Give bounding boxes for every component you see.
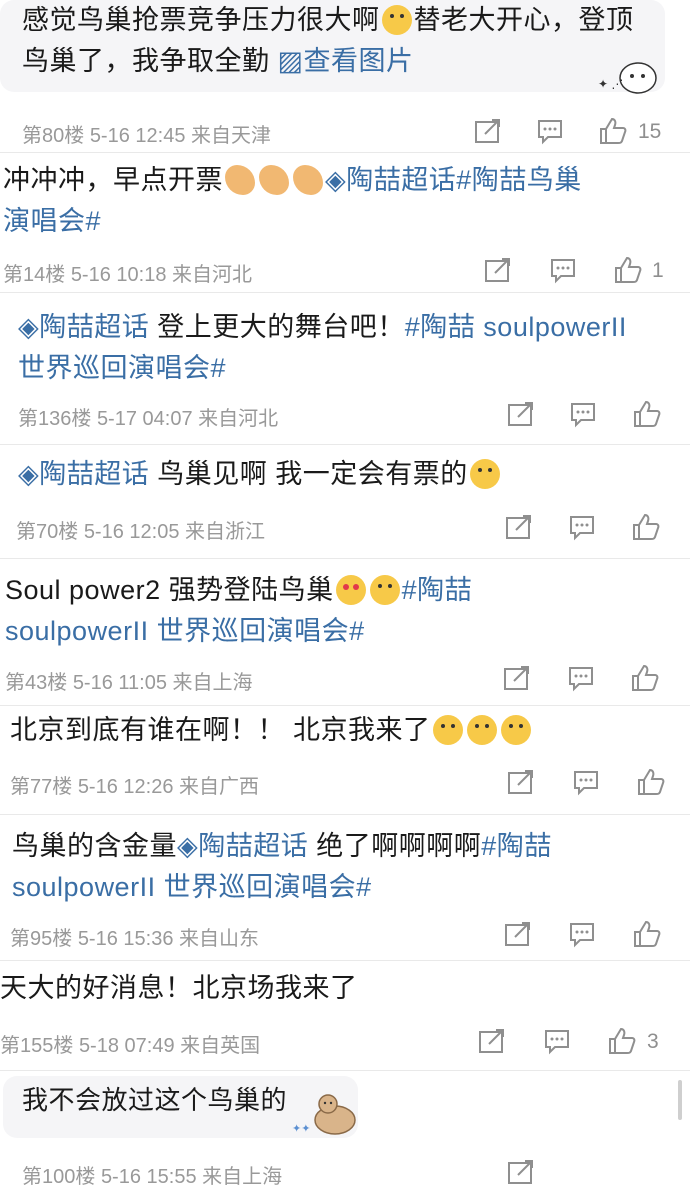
divider xyxy=(0,1070,690,1071)
comment-text: 鸟巢的含金量◈陶喆超话 绝了啊啊啊啊#陶喆 xyxy=(12,831,552,861)
comment-meta: 第70楼 5-16 12:05 来自浙江 xyxy=(16,521,266,543)
like-count: 3 xyxy=(647,1030,659,1053)
share-icon[interactable] xyxy=(477,1026,507,1056)
like-icon[interactable] xyxy=(598,116,628,146)
hashtag-link[interactable]: #陶喆 xyxy=(481,831,552,861)
share-icon[interactable] xyxy=(473,116,503,146)
super-topic-tag[interactable]: ◈陶喆超话 xyxy=(325,165,456,195)
like-count: 15 xyxy=(638,120,662,143)
like-icon[interactable] xyxy=(613,255,643,285)
super-topic-tag[interactable]: ◈陶喆超话 xyxy=(177,831,308,861)
scrollbar[interactable] xyxy=(678,1080,682,1120)
hashtag-link[interactable]: #陶喆鸟巢 xyxy=(456,165,582,195)
comment-text: 感觉鸟巢抢票竞争压力很大啊 替老大开心，登顶 xyxy=(22,5,634,35)
comment-icon[interactable] xyxy=(566,663,596,693)
divider xyxy=(0,152,690,153)
comment-meta: 第95楼 5-16 15:36 来自山东 xyxy=(10,928,260,950)
comment-meta: 第100楼 5-16 15:55 来自上海 xyxy=(22,1166,283,1188)
comment-text: Soul power2 强势登陆鸟巢 #陶喆 xyxy=(5,575,473,605)
share-icon[interactable] xyxy=(506,1157,536,1187)
flex-arm-emoji-icon xyxy=(225,165,255,195)
comment-text: 北京到底有谁在啊！！ 北京我来了 xyxy=(10,710,533,751)
share-icon[interactable] xyxy=(506,767,536,797)
comment-meta: 第136楼 5-17 04:07 来自河北 xyxy=(18,408,279,430)
hashtag-link[interactable]: soulpowerII 世界巡回演唱会# xyxy=(5,611,365,652)
comment-meta: 第43楼 5-16 11:05 来自上海 xyxy=(5,672,253,694)
flex-arm-emoji-icon xyxy=(293,165,323,195)
hashtag-link[interactable]: #陶喆 soulpowerII xyxy=(405,312,627,342)
share-icon[interactable] xyxy=(503,919,533,949)
super-topic-tag[interactable]: ◈陶喆超话 xyxy=(18,459,149,489)
comment-icon[interactable] xyxy=(535,116,565,146)
like-count: 1 xyxy=(652,259,664,282)
divider xyxy=(0,705,690,706)
hashtag-link[interactable]: 演唱会# xyxy=(3,201,101,242)
heart-eyes-emoji-icon xyxy=(335,575,366,605)
hashtag-link[interactable]: #陶喆 xyxy=(402,575,473,605)
screaming-emoji-icon xyxy=(432,715,463,745)
bear-sticker-icon: ✦✦ xyxy=(290,1092,370,1138)
svg-text:✦✦: ✦✦ xyxy=(292,1123,310,1135)
comment-meta: 第155楼 5-18 07:49 来自英国 xyxy=(0,1035,261,1057)
comment-text: ◈陶喆超话 登上更大的舞台吧！#陶喆 soulpowerII xyxy=(18,312,627,342)
comment-text: 天大的好消息！北京场我来了 xyxy=(0,973,358,1003)
divider xyxy=(0,444,690,445)
super-topic-tag[interactable]: ◈陶喆超话 xyxy=(18,312,149,342)
comment-text: ◈陶喆超话 鸟巢见啊 我一定会有票的 xyxy=(18,454,502,495)
divider xyxy=(0,814,690,815)
comment-icon[interactable] xyxy=(548,255,578,285)
comment-icon[interactable] xyxy=(542,1026,572,1056)
comment-text: 冲冲冲，早点开票 ◈陶喆超话#陶喆鸟巢 xyxy=(3,165,582,195)
comment-meta: 第80楼 5-16 12:45 来自天津 xyxy=(22,125,272,147)
screaming-emoji-icon xyxy=(466,715,497,745)
comment-icon[interactable] xyxy=(571,767,601,797)
share-icon[interactable] xyxy=(502,663,532,693)
cat-sticker-icon: ✦ ⋰ xyxy=(596,58,660,96)
comment-text: 鸟巢了，我争取全勤 ▨查看图片 xyxy=(22,46,414,76)
like-icon[interactable] xyxy=(632,919,662,949)
comment-icon[interactable] xyxy=(568,399,598,429)
crying-emoji-icon xyxy=(469,459,500,489)
crying-emoji-icon xyxy=(381,5,412,35)
comment-icon[interactable] xyxy=(567,919,597,949)
comment-meta: 第14楼 5-16 10:18 来自河北 xyxy=(3,264,253,286)
like-icon[interactable] xyxy=(636,767,666,797)
flex-arm-emoji-icon xyxy=(259,165,289,195)
image-icon: ▨ xyxy=(277,46,304,76)
like-icon[interactable] xyxy=(631,512,661,542)
divider xyxy=(0,292,690,293)
share-icon[interactable] xyxy=(504,512,534,542)
share-icon[interactable] xyxy=(483,255,513,285)
comment-meta: 第77楼 5-16 12:26 来自广西 xyxy=(10,776,260,798)
screaming-emoji-icon xyxy=(500,715,531,745)
comment-icon[interactable] xyxy=(567,512,597,542)
hashtag-link[interactable]: soulpowerII 世界巡回演唱会# xyxy=(12,867,372,908)
comment-text: 我不会放过这个鸟巢的 xyxy=(22,1085,288,1115)
svg-text:✦ ⋰: ✦ ⋰ xyxy=(598,77,623,91)
view-image-link[interactable]: ▨查看图片 xyxy=(278,46,414,76)
screaming-emoji-icon xyxy=(369,575,400,605)
like-icon[interactable] xyxy=(632,399,662,429)
hashtag-link[interactable]: 世界巡回演唱会# xyxy=(18,348,226,389)
like-icon[interactable] xyxy=(630,663,660,693)
divider xyxy=(0,558,690,559)
share-icon[interactable] xyxy=(506,399,536,429)
like-icon[interactable] xyxy=(607,1026,637,1056)
divider xyxy=(0,960,690,961)
